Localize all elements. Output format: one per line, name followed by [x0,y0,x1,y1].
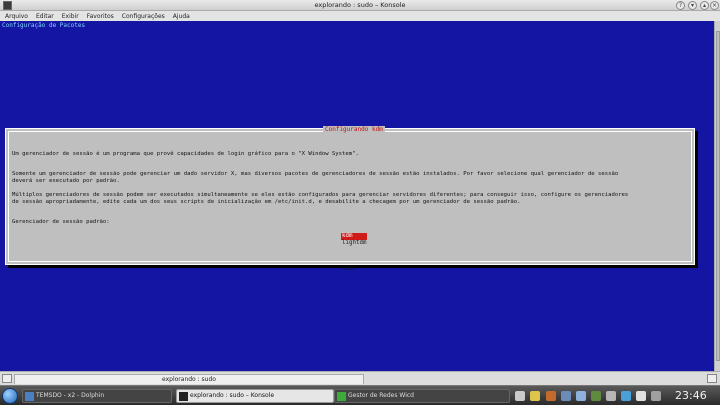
menu-configuracoes[interactable]: Configurações [122,13,165,20]
task-label: Gestor de Redes Wicd [348,392,414,399]
terminal-scrollbar[interactable] [714,21,720,371]
task-label: TEMSDO - x2 - Dolphin [36,392,105,399]
menu-ajuda[interactable]: Ajuda [173,13,190,20]
tab-explorando[interactable]: explorando : sudo [14,374,364,384]
clock[interactable]: 23:46 [675,387,707,405]
battery-icon[interactable] [591,391,601,401]
menu-exibir[interactable]: Exibir [62,13,79,20]
task-dolphin[interactable]: TEMSDO - x2 - Dolphin [22,389,172,403]
dialog-prompt: Gerenciador de sessão padrão: [12,219,110,225]
option-lightdm[interactable]: lightdm [341,240,367,247]
kde-launcher-icon[interactable] [2,388,18,404]
config-dialog: Configurando kdm Um gerenciador de sessã… [5,126,695,272]
window-title: explorando : sudo – Konsole [314,1,406,9]
option-kdm[interactable]: kdm [341,233,367,240]
dialog-line: Somente um gerenciador de sessão pode ge… [12,171,619,177]
updates-icon[interactable] [606,391,616,401]
task-wicd[interactable]: Gestor de Redes Wicd [334,389,510,403]
network-icon [337,392,346,401]
folder-icon [25,392,34,401]
task-label: explorando : sudo – Konsole [190,392,275,399]
ok-button[interactable]: <Ok> [341,265,355,272]
maximize-icon[interactable]: ▴ [700,1,709,10]
notifications-icon[interactable] [636,391,646,401]
close-icon[interactable]: × [710,1,719,10]
terminal-view[interactable]: Configuração de Pacotes Configurando kdm… [0,21,720,371]
terminal-header: Configuração de Pacotes [2,22,86,29]
menu-arquivo[interactable]: Arquivo [5,13,28,20]
dialog-line: Um gerenciador de sessão é um programa q… [12,151,359,157]
menu-editar[interactable]: Editar [36,13,54,20]
menu-bar: Arquivo Editar Exibir Favoritos Configur… [0,11,720,21]
desktop-panel: TEMSDO - x2 - Dolphin explorando : sudo … [0,385,720,405]
volume-icon[interactable] [561,391,571,401]
task-konsole[interactable]: explorando : sudo – Konsole [176,389,334,403]
expand-tray-icon[interactable] [651,391,661,401]
terminal-tabbar: explorando : sudo [0,371,720,385]
chat-icon[interactable] [546,391,556,401]
dialog-title: Configurando kdm [323,126,385,133]
close-tab-icon[interactable] [707,374,717,383]
dialog-line: deverá ser executado por padrão. [12,178,120,184]
window-titlebar[interactable]: explorando : sudo – Konsole ? ▾ ▴ × [0,0,720,11]
menu-favoritos[interactable]: Favoritos [87,13,114,20]
klipper-icon[interactable] [530,391,540,401]
bluetooth-icon[interactable] [621,391,631,401]
network-tray-icon[interactable] [576,391,586,401]
help-icon[interactable]: ? [676,1,685,10]
dialog-line: de sessão apropriadamente, edite cada um… [12,199,521,205]
minimize-icon[interactable]: ▾ [688,1,697,10]
scrollbar-thumb[interactable] [716,31,720,361]
dialog-line: Múltiplos gerenciadores de sessão podem … [12,192,629,198]
terminal-icon [179,392,188,401]
device-notifier-icon[interactable] [515,391,525,401]
new-tab-icon[interactable] [2,374,12,383]
